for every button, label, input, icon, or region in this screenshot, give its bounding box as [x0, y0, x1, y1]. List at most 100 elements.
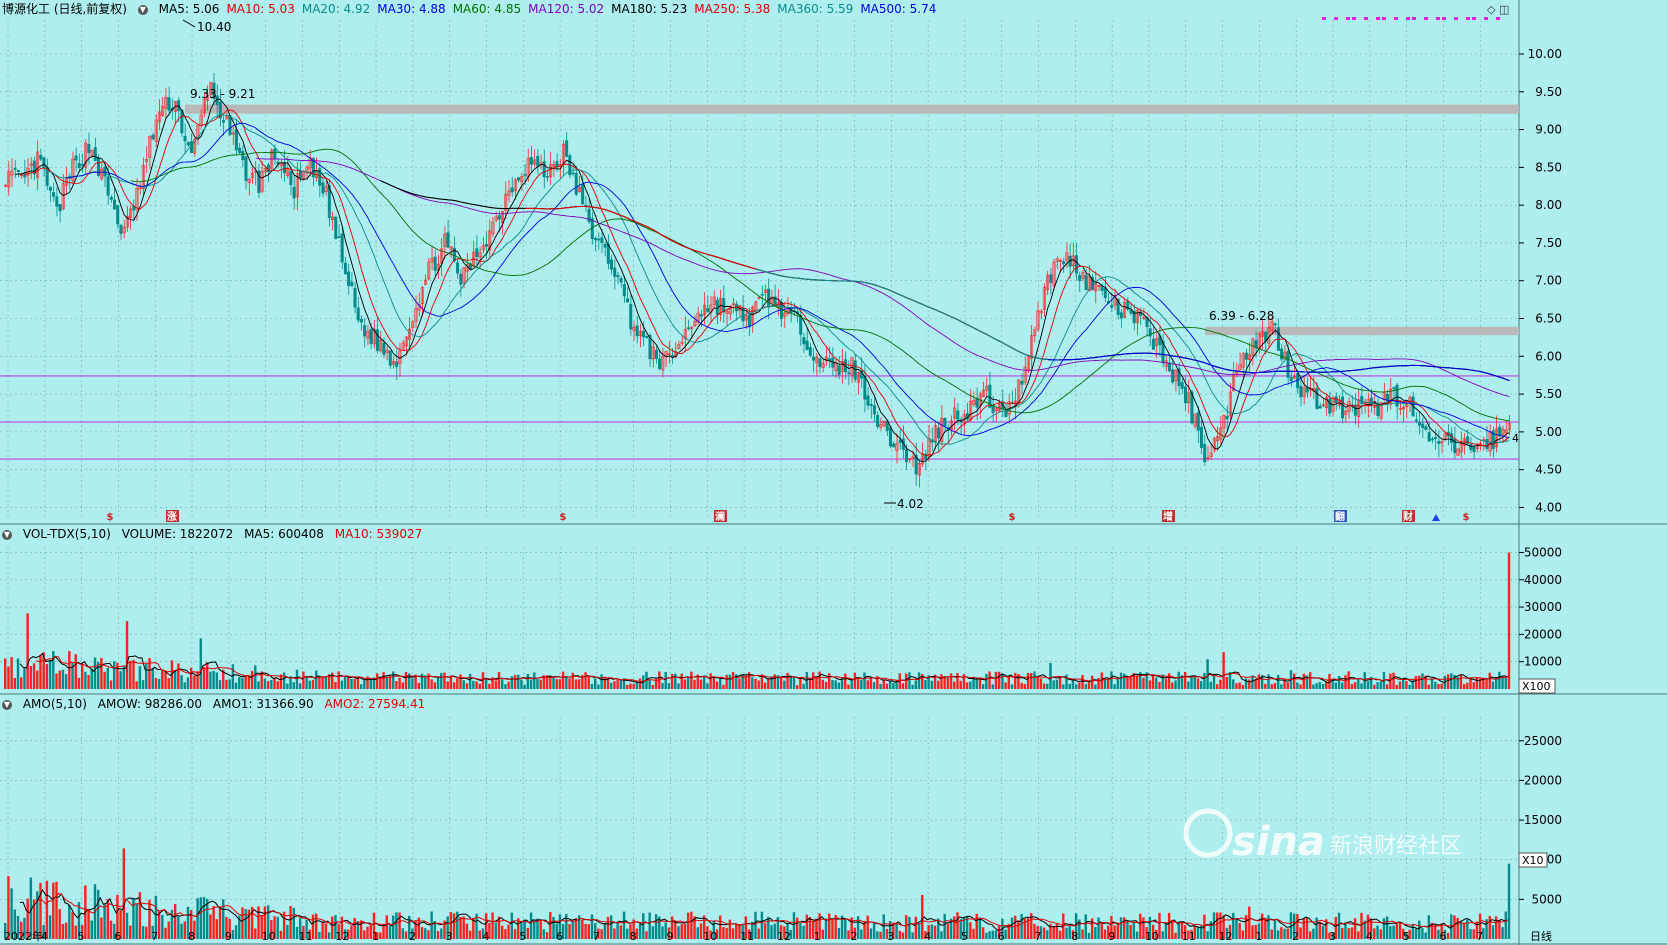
price-panel[interactable]: 10.00 9.50 9.00 8.50 8.00 7.50 7.00 6.50 6.00 5.5… — [0, 0, 1667, 525]
volume-bar — [1488, 672, 1491, 689]
volume-bar — [340, 680, 344, 689]
candle-body — [167, 97, 171, 111]
candle-body — [113, 199, 117, 210]
volume-bar — [202, 666, 206, 689]
volume-bar — [263, 678, 267, 689]
tick-label: 15000 — [1524, 813, 1562, 827]
volume-bar — [789, 677, 792, 689]
volume-bar — [1318, 921, 1322, 939]
amo-toggle-icon[interactable]: ▼ — [2, 699, 12, 710]
volume-chart[interactable]: 50000 40000 30000 20000 10000 X100 — [0, 525, 1667, 695]
volume-bar — [959, 680, 962, 689]
candle-body — [722, 298, 726, 313]
volume-bar — [385, 915, 388, 939]
volume-bar — [847, 930, 850, 939]
volume-bar — [1414, 676, 1418, 689]
volume-panel[interactable]: 50000 40000 30000 20000 10000 X100 ▼ VOL-TDX(… — [0, 525, 1667, 695]
candle-body — [382, 342, 386, 355]
volume-bar — [472, 680, 475, 689]
signal-marker — [1382, 17, 1386, 20]
candle-body — [571, 172, 575, 175]
amount-chart[interactable]: 250002000015000100005000X102022年45678910… — [0, 695, 1667, 945]
volume-bar — [433, 682, 437, 689]
amount-panel[interactable]: 250002000015000100005000X102022年45678910… — [0, 695, 1667, 945]
price-chart[interactable]: 10.00 9.50 9.00 8.50 8.00 7.50 7.00 6.50 6.00 5.5… — [0, 0, 1667, 525]
volume-bar — [164, 671, 167, 689]
volume-bar — [1376, 925, 1379, 939]
volume-bar — [690, 911, 693, 939]
volume-bar — [129, 660, 132, 689]
candle-body — [1424, 426, 1428, 431]
vol-ma10: MA10: 539027 — [334, 527, 423, 541]
volume-bar — [751, 677, 754, 689]
vol-name: VOL-TDX(5,10) — [22, 527, 111, 541]
x-month-label: 7 — [151, 930, 158, 943]
volume-bar — [138, 666, 142, 689]
volume-bar — [795, 685, 799, 689]
candle-body — [459, 273, 463, 285]
vol-ma5: MA5: 600408 — [244, 527, 324, 541]
volume-bar — [161, 670, 164, 689]
candle-body — [670, 355, 674, 357]
volume-bar — [930, 680, 934, 689]
volume-bar — [468, 673, 472, 689]
price-tick-label: 10.00 — [1528, 47, 1562, 61]
volume-bar — [241, 677, 244, 689]
volume-bar — [1485, 678, 1488, 689]
volume-bar — [1167, 912, 1171, 939]
candle-body — [13, 167, 17, 170]
candle-body — [658, 358, 662, 369]
signal-marker — [1466, 17, 1470, 20]
candle-body — [1180, 382, 1184, 389]
x-month-label: 2 — [409, 930, 416, 943]
volume-bar — [452, 682, 456, 689]
volume-bar — [58, 909, 61, 939]
volume-bar — [1068, 683, 1071, 689]
ma-legend-item: MA30: 4.88 — [377, 2, 446, 16]
volume-bar — [497, 671, 501, 689]
volume-bar — [13, 677, 17, 689]
volume-bar — [651, 926, 655, 939]
x-month-label: 11 — [1182, 930, 1196, 943]
price-tick-label: 8.00 — [1535, 198, 1562, 212]
volume-bar — [1421, 673, 1424, 689]
volume-bar — [837, 928, 841, 939]
volume-bar — [638, 923, 642, 939]
candle-body — [116, 205, 120, 225]
volume-bar — [327, 932, 331, 939]
volume-bar — [1164, 678, 1168, 689]
volume-bar — [683, 923, 687, 939]
volume-bar — [1174, 680, 1177, 689]
volume-bar — [1270, 929, 1273, 939]
ma-toggle-icon[interactable]: ▼ — [137, 4, 148, 15]
volume-bar — [651, 684, 655, 689]
volume-bar — [754, 911, 757, 939]
candle-body — [96, 157, 100, 176]
volume-bar — [1280, 927, 1283, 939]
window-controls-icon[interactable]: ◇ ◫ — [1487, 3, 1509, 16]
volume-bar — [808, 678, 812, 689]
candle-body — [645, 335, 649, 338]
volume-bar — [622, 911, 626, 939]
volume-bar — [1504, 677, 1507, 689]
volume-bar — [1116, 924, 1120, 939]
ma-line-10 — [24, 109, 1510, 456]
candle-body — [340, 233, 344, 263]
volume-bar — [779, 677, 783, 689]
candle-body — [1074, 255, 1078, 274]
candle-body — [395, 361, 399, 368]
volume-bar — [767, 678, 770, 689]
volume-bar — [1087, 680, 1091, 689]
volume-bar — [1472, 929, 1475, 939]
candle-body — [863, 375, 867, 400]
event-marker: 涨 — [167, 510, 177, 523]
volume-bar — [1094, 684, 1097, 689]
volume-bar — [783, 680, 786, 689]
candle-body — [475, 248, 479, 258]
volume-bar — [1341, 682, 1344, 689]
volume-bar — [228, 679, 231, 689]
volume-bar — [529, 912, 533, 939]
amo-name: AMO(5,10) — [22, 697, 87, 711]
vol-toggle-icon[interactable]: ▼ — [2, 529, 12, 540]
event-marker: $ — [1009, 512, 1016, 523]
